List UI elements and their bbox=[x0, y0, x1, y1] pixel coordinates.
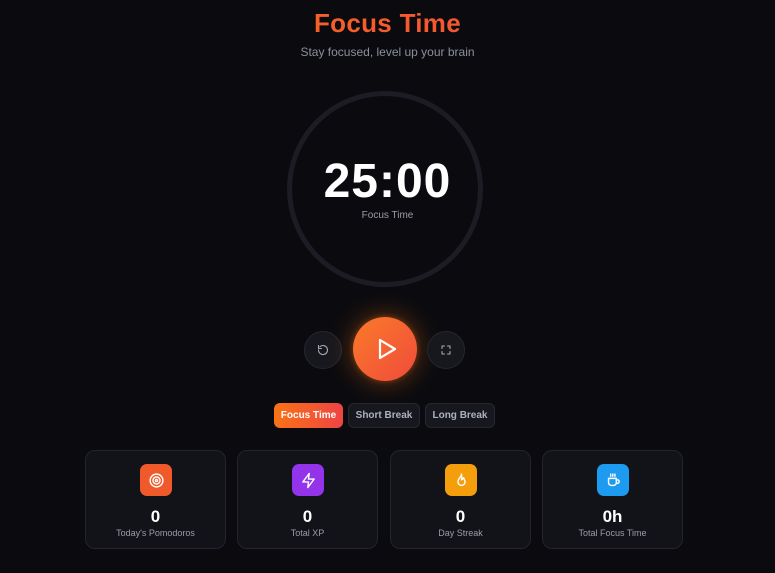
fullscreen-button[interactable] bbox=[427, 331, 465, 369]
page-subtitle: Stay focused, level up your brain bbox=[300, 45, 475, 59]
stat-label: Total Focus Time bbox=[578, 528, 647, 538]
stat-card-focus-time: 0h Total Focus Time bbox=[542, 450, 683, 549]
reset-icon bbox=[317, 344, 329, 356]
stat-value: 0 bbox=[302, 507, 313, 526]
timer-display: 25:00 bbox=[323, 155, 452, 208]
stat-card-streak: 0 Day Streak bbox=[390, 450, 531, 549]
stat-label: Day Streak bbox=[438, 528, 483, 538]
stat-card-xp: 0 Total XP bbox=[237, 450, 378, 549]
play-button[interactable] bbox=[353, 317, 417, 381]
reset-button[interactable] bbox=[304, 331, 342, 369]
stat-label: Today's Pomodoros bbox=[116, 528, 195, 538]
lightning-icon bbox=[292, 464, 324, 496]
stat-value: 0h bbox=[602, 507, 623, 526]
stat-value: 0 bbox=[150, 507, 161, 526]
timer-mode-label: Focus Time bbox=[361, 210, 414, 221]
stat-value: 0 bbox=[455, 507, 466, 526]
coffee-icon bbox=[597, 464, 629, 496]
stat-label: Total XP bbox=[290, 528, 325, 538]
stat-card-pomodoros: 0 Today's Pomodoros bbox=[85, 450, 226, 549]
target-icon bbox=[140, 464, 172, 496]
flame-icon bbox=[445, 464, 477, 496]
fullscreen-icon bbox=[440, 344, 452, 356]
page-title: Focus Time bbox=[0, 8, 775, 39]
mode-tab-focus[interactable]: Focus Time bbox=[274, 403, 343, 428]
play-icon bbox=[371, 337, 399, 361]
mode-tab-long-break[interactable]: Long Break bbox=[425, 403, 495, 428]
mode-tab-short-break[interactable]: Short Break bbox=[348, 403, 420, 428]
